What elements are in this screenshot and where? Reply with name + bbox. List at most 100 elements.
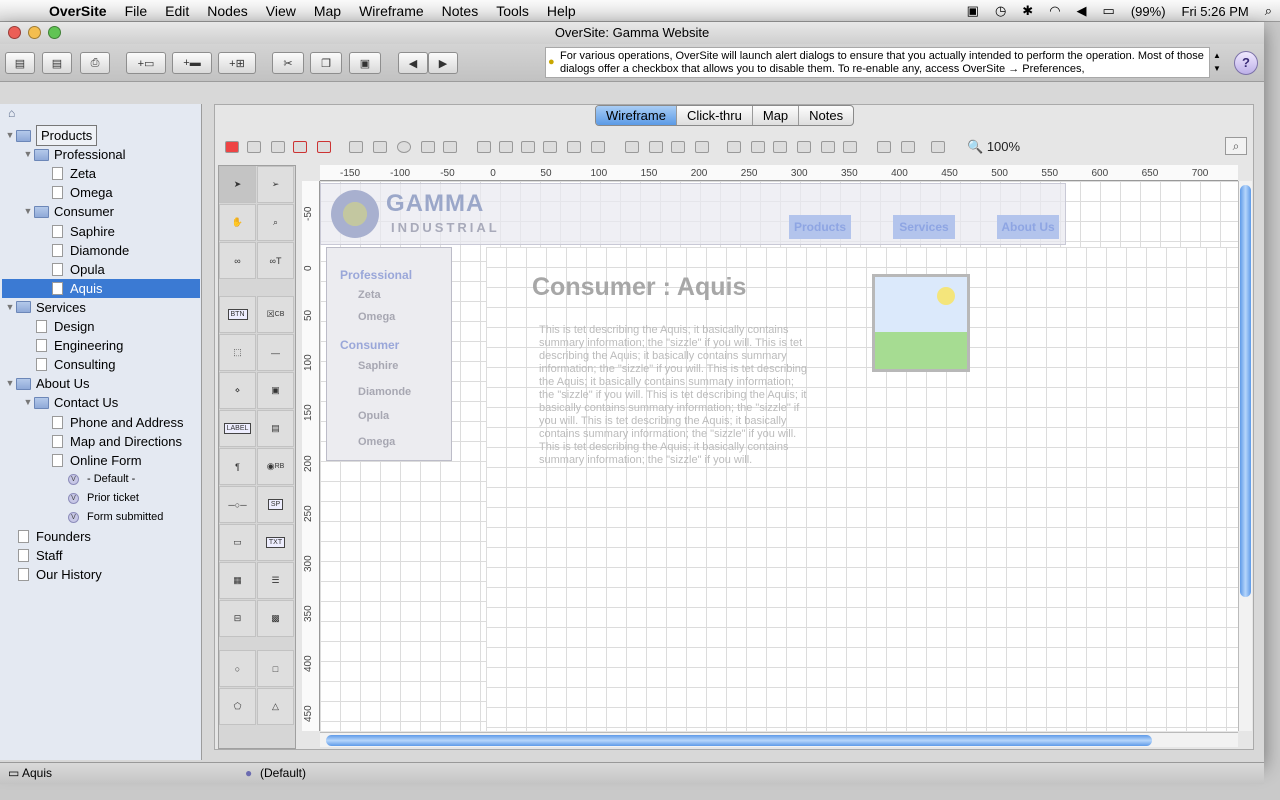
wireframe-canvas[interactable]: GAMMA INDUSTRIAL Products Services About… [320, 181, 1238, 731]
paste-icon[interactable]: ▣ [349, 52, 381, 74]
menu-nodes[interactable]: Nodes [198, 0, 256, 22]
slider-widget-icon[interactable]: ─○─ [219, 486, 256, 523]
menu-help[interactable]: Help [538, 0, 585, 22]
arrange-icon[interactable] [695, 141, 709, 153]
spinner-widget-icon[interactable]: SP [257, 486, 294, 523]
tab-wireframe[interactable]: Wireframe [596, 106, 677, 125]
spotlight-icon[interactable]: ⌕ [1257, 3, 1280, 19]
tree-node-about-us[interactable]: ▼ About Us [4, 374, 90, 393]
disclosure-triangle-icon[interactable]: ▼ [4, 126, 16, 145]
magnifier-icon[interactable]: ⌕ [1225, 137, 1247, 155]
tree-node-professional[interactable]: ▼ Professional [22, 145, 126, 164]
cut-icon[interactable]: ✂ [272, 52, 304, 74]
tree-node-opula[interactable]: Opula [38, 260, 105, 279]
menu-edit[interactable]: Edit [156, 0, 198, 22]
nav-services[interactable]: Services [893, 215, 955, 239]
menu-wireframe[interactable]: Wireframe [350, 0, 433, 22]
disclosure-triangle-icon[interactable]: ▼ [22, 202, 34, 221]
help-button[interactable]: ? [1234, 51, 1258, 75]
home-icon[interactable]: ⌂ [8, 106, 15, 120]
tree-node-diamonde[interactable]: Diamonde [38, 241, 129, 260]
select-tool-icon[interactable]: ➤ [219, 166, 256, 203]
tree-node-omega[interactable]: Omega [38, 183, 113, 202]
close-window-icon[interactable] [8, 26, 21, 39]
tree-node-phone-and-address[interactable]: Phone and Address [38, 413, 183, 432]
site-header[interactable]: GAMMA INDUSTRIAL Products Services About… [320, 183, 1066, 245]
arrange-icon[interactable] [649, 141, 663, 153]
pentagon-shape-icon[interactable]: ⬠ [219, 688, 256, 725]
menu-map[interactable]: Map [305, 0, 350, 22]
grid-widget-icon[interactable]: ▩ [257, 600, 294, 637]
arrange-icon[interactable] [671, 141, 685, 153]
distribute-icon[interactable] [843, 141, 857, 153]
record-icon[interactable] [225, 141, 239, 153]
tree-node-products[interactable]: ▼ Products [4, 125, 98, 146]
triangle-shape-icon[interactable]: △ [257, 688, 294, 725]
area-widget-icon[interactable]: ⬚ [219, 334, 256, 371]
nav-products[interactable]: Products [789, 215, 851, 239]
menu-view[interactable]: View [257, 0, 305, 22]
tree-node-map-and-directions[interactable]: Map and Directions [38, 432, 182, 451]
tool-icon[interactable] [421, 141, 435, 153]
dropdown-widget-icon[interactable]: ▤ [257, 410, 294, 447]
distribute-icon[interactable] [821, 141, 835, 153]
ungroup-icon[interactable] [373, 141, 387, 153]
save-icon[interactable]: ▤ [5, 52, 35, 74]
leftnav-consumer[interactable]: Consumer [340, 338, 399, 352]
align-icon[interactable] [499, 141, 513, 153]
tip-stepper[interactable]: ▲ ▼ [1210, 49, 1224, 77]
tool-icon[interactable] [317, 141, 331, 153]
vertical-scrollbar[interactable] [1238, 181, 1252, 731]
button-widget-icon[interactable]: BTN [219, 296, 256, 333]
tree-node-online-form[interactable]: Online Form [38, 451, 142, 470]
tree-node-contact-us[interactable]: ▼ Contact Us [22, 393, 119, 412]
leftnav-zeta[interactable]: Zeta [358, 289, 381, 301]
align-icon[interactable] [521, 141, 535, 153]
distribute-icon[interactable] [751, 141, 765, 153]
bluetooth-icon[interactable]: ✱ [1014, 3, 1041, 19]
leftnav-opula[interactable]: Opula [358, 410, 389, 422]
disclosure-triangle-icon[interactable]: ▼ [4, 298, 16, 317]
menu-app[interactable]: OverSite [40, 0, 116, 22]
horizontal-scrollbar[interactable] [320, 732, 1238, 747]
radio-widget-icon[interactable]: ◉ RB [257, 448, 294, 485]
page-heading[interactable]: Consumer : Aquis [532, 273, 746, 302]
tab-notes[interactable]: Notes [799, 106, 853, 125]
arrange-icon[interactable] [625, 141, 639, 153]
tree-node-zeta[interactable]: Zeta [38, 164, 96, 183]
tool-icon[interactable] [443, 141, 457, 153]
tool-icon[interactable] [293, 141, 307, 153]
tree-node-services[interactable]: ▼ Services [4, 298, 86, 317]
align-icon[interactable] [591, 141, 605, 153]
leftnav-omega[interactable]: Omega [358, 311, 395, 323]
forward-icon[interactable]: ▶ [428, 52, 458, 74]
summary-paragraph[interactable]: This is tet describing the Aquis; it bas… [539, 324, 809, 476]
tree-node-form-submitted[interactable]: V Form submitted [56, 508, 163, 527]
link-widget-icon[interactable]: ⋄ [219, 372, 256, 409]
distribute-icon[interactable] [773, 141, 787, 153]
leftnav-saphire[interactable]: Saphire [358, 360, 398, 372]
minimize-window-icon[interactable] [28, 26, 41, 39]
new-page-icon[interactable]: +▭ [126, 52, 166, 74]
text-field-widget-icon[interactable]: TXT [257, 524, 294, 561]
left-navigation[interactable]: Professional Zeta Omega Consumer Saphire… [326, 247, 452, 461]
list-widget-icon[interactable]: ☰ [257, 562, 294, 599]
tree-node-consumer[interactable]: ▼ Consumer [22, 202, 114, 221]
link-tool-icon[interactable]: ∞ [219, 242, 256, 279]
battery-icon[interactable]: ▭ [1095, 3, 1123, 19]
line-widget-icon[interactable]: — [257, 334, 294, 371]
tab-map[interactable]: Map [753, 106, 800, 125]
distribute-icon[interactable] [797, 141, 811, 153]
volume-icon[interactable]: ◀ [1069, 3, 1095, 19]
tool-icon[interactable] [247, 141, 261, 153]
tree-node-staff[interactable]: Staff [4, 546, 63, 565]
disclosure-triangle-icon[interactable]: ▼ [4, 374, 16, 393]
tree-node-prior-ticket[interactable]: V Prior ticket [56, 489, 139, 508]
snap-icon[interactable] [931, 141, 945, 153]
align-icon[interactable] [567, 141, 581, 153]
label-widget-icon[interactable]: LABEL [219, 410, 256, 447]
new-child-icon[interactable]: +⊞ [218, 52, 256, 74]
image-placeholder[interactable] [872, 274, 970, 372]
tab-click-thru[interactable]: Click-thru [677, 106, 753, 125]
print-icon[interactable]: ⎙ [80, 52, 110, 74]
